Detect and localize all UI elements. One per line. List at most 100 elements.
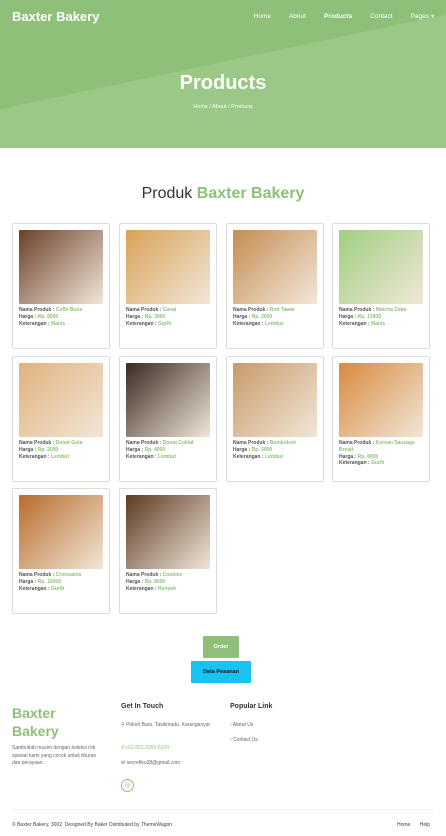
mail-icon: ✉: [121, 760, 126, 766]
product-price-label: Harga :: [19, 578, 37, 585]
footer-help-link[interactable]: Help: [420, 822, 430, 828]
chevron-right-icon: ›: [230, 722, 232, 728]
product-note-line: Keterangan : Manis: [19, 321, 103, 328]
product-name: Canai: [162, 307, 177, 313]
product-card[interactable]: Nama Produk : Donat Coklat Harga : Rp. 40…: [119, 356, 217, 482]
product-image: [339, 230, 423, 304]
page-title: Products: [179, 72, 267, 94]
product-card[interactable]: Nama Produk : Roti Tawar Harga : Rp. 2000…: [226, 223, 324, 349]
product-name-line: Nama Produk : Croissants: [19, 572, 103, 579]
product-price-label: Harga :: [19, 446, 37, 453]
product-price-label: Harga :: [233, 446, 251, 453]
link-contact-us[interactable]: › Contact Us: [230, 737, 258, 745]
section-title-highlight: Baxter Bakery: [196, 185, 305, 202]
product-price-line: Harga : Rp. 5000: [233, 447, 317, 454]
product-price: Rp. 13000: [357, 313, 381, 320]
product-price-label: Harga :: [339, 313, 357, 320]
instagram-icon[interactable]: ◎: [121, 779, 134, 792]
product-price-label: Harga :: [126, 446, 144, 453]
nav-pages[interactable]: Pages ▾: [411, 13, 434, 20]
footer-home-link[interactable]: Home: [397, 822, 410, 828]
link-about-us[interactable]: › About Us: [230, 722, 253, 730]
phone-item[interactable]: ✆+62 821-2269-5324: [121, 745, 169, 753]
nav-products[interactable]: Products: [324, 13, 352, 20]
product-price: Rp. 2000: [251, 313, 273, 320]
product-price-line: Harga : Rp. 8500: [19, 314, 103, 321]
nav-contact[interactable]: Contact: [370, 13, 392, 20]
product-card[interactable]: Nama Produk : Canai Harga : Rp. 3000 Keter…: [119, 223, 217, 349]
product-card[interactable]: Nama Produk : Matcha Cake Harga : Rp. 130…: [332, 223, 430, 349]
chevron-down-icon: ▾: [430, 13, 434, 20]
product-note-label: Keterangan :: [19, 453, 50, 460]
section-title: Produk Baxter Bakery: [0, 185, 446, 203]
product-price: Rp. 15000: [37, 578, 61, 585]
product-note-label: Keterangan :: [126, 320, 157, 327]
product-note: Manis: [50, 320, 66, 327]
product-name-label: Nama Produk :: [19, 307, 55, 313]
product-name-label: Nama Produk :: [126, 572, 162, 578]
product-note: Gurih: [157, 320, 172, 327]
link-contact-label: Contact Us: [233, 737, 258, 743]
product-note-label: Keterangan :: [126, 585, 157, 592]
product-image: [126, 495, 210, 569]
product-name-label: Nama Produk :: [339, 440, 375, 446]
product-price: Rp. 8000: [144, 578, 166, 585]
product-name-line: Nama Produk : Roti Tawar: [233, 307, 317, 314]
product-note-line: Keterangan : Lembut: [233, 321, 317, 328]
product-note-line: Keterangan : Renyah: [126, 586, 210, 593]
product-card[interactable]: Nama Produk : Korean Sausage Bread Harga …: [332, 356, 430, 482]
map-pin-icon: ⚲: [121, 722, 125, 728]
product-note-line: Keterangan : Gurih: [19, 586, 103, 593]
product-price-line: Harga : Rp. 8000: [339, 454, 423, 461]
product-name-label: Nama Produk :: [233, 440, 269, 446]
product-image: [19, 495, 103, 569]
order-button[interactable]: Order: [203, 636, 239, 658]
product-price-line: Harga : Rp. 13000: [339, 314, 423, 321]
nav-pages-label: Pages: [410, 12, 429, 20]
product-price-line: Harga : Rp. 15000: [19, 579, 103, 586]
section-title-prefix: Produk: [141, 185, 193, 202]
product-card[interactable]: Nama Produk : Donat Gula Harga : Rp. 2000…: [12, 356, 110, 482]
product-card[interactable]: Nama Produk : Cookies Harga : Rp. 8000 Ket…: [119, 488, 217, 614]
email-text: secrefiko28@gmail.com: [126, 760, 181, 766]
product-price-line: Harga : Rp. 2000: [19, 447, 103, 454]
product-price-label: Harga :: [233, 313, 251, 320]
footer-description: Sambutlah musim dengan koleksi roti spes…: [12, 745, 97, 766]
product-image: [126, 230, 210, 304]
product-note-line: Keterangan : Gurih: [126, 321, 210, 328]
product-name: Donat Coklat: [162, 440, 194, 446]
product-name-line: Nama Produk : Matcha Cake: [339, 307, 423, 314]
product-note: Lembut: [264, 453, 284, 460]
product-note: Lembut: [157, 453, 177, 460]
email-item[interactable]: ✉ secrefiko28@gmail.com: [121, 760, 180, 768]
product-note-label: Keterangan :: [233, 320, 264, 327]
product-name-label: Nama Produk :: [126, 440, 162, 446]
nav-about[interactable]: About: [289, 13, 306, 20]
product-note: Renyah: [157, 585, 177, 592]
product-note-label: Keterangan :: [339, 460, 370, 467]
chevron-right-icon: ›: [230, 737, 232, 743]
get-in-touch-title: Get In Touch: [121, 703, 164, 710]
product-name-line: Nama Produk : Korean Sausage Bread: [339, 440, 423, 454]
product-note-label: Keterangan :: [126, 453, 157, 460]
product-image: [126, 363, 210, 437]
nav-home[interactable]: Home: [254, 13, 271, 20]
brand-logo[interactable]: Baxter Bakery: [12, 9, 236, 24]
data-pesanan-button[interactable]: Data Pesanan: [191, 661, 251, 683]
address-item: ⚲ Pokoh Baru, Tasikmadu, Karanganyar: [121, 722, 216, 730]
product-card[interactable]: Nama Produk : Croissants Harga : Rp. 1500…: [12, 488, 110, 614]
product-name: Bomboloni: [269, 440, 296, 446]
product-image: [19, 230, 103, 304]
product-note: Gurih: [50, 585, 65, 592]
product-image: [339, 363, 423, 437]
product-name-label: Nama Produk :: [233, 307, 269, 313]
product-price-line: Harga : Rp. 3000: [126, 314, 210, 321]
navbar: Baxter Bakery Home About Products Contac…: [0, 0, 446, 32]
product-price: Rp. 8000: [357, 453, 379, 460]
product-name: Cookies: [162, 572, 183, 578]
product-card[interactable]: Nama Produk : Coffe Buns Harga : Rp. 8500…: [12, 223, 110, 349]
product-card[interactable]: Nama Produk : Bomboloni Harga : Rp. 5000 K…: [226, 356, 324, 482]
product-name-label: Nama Produk :: [19, 440, 55, 446]
product-price-line: Harga : Rp. 4000: [126, 447, 210, 454]
product-price-label: Harga :: [126, 578, 144, 585]
